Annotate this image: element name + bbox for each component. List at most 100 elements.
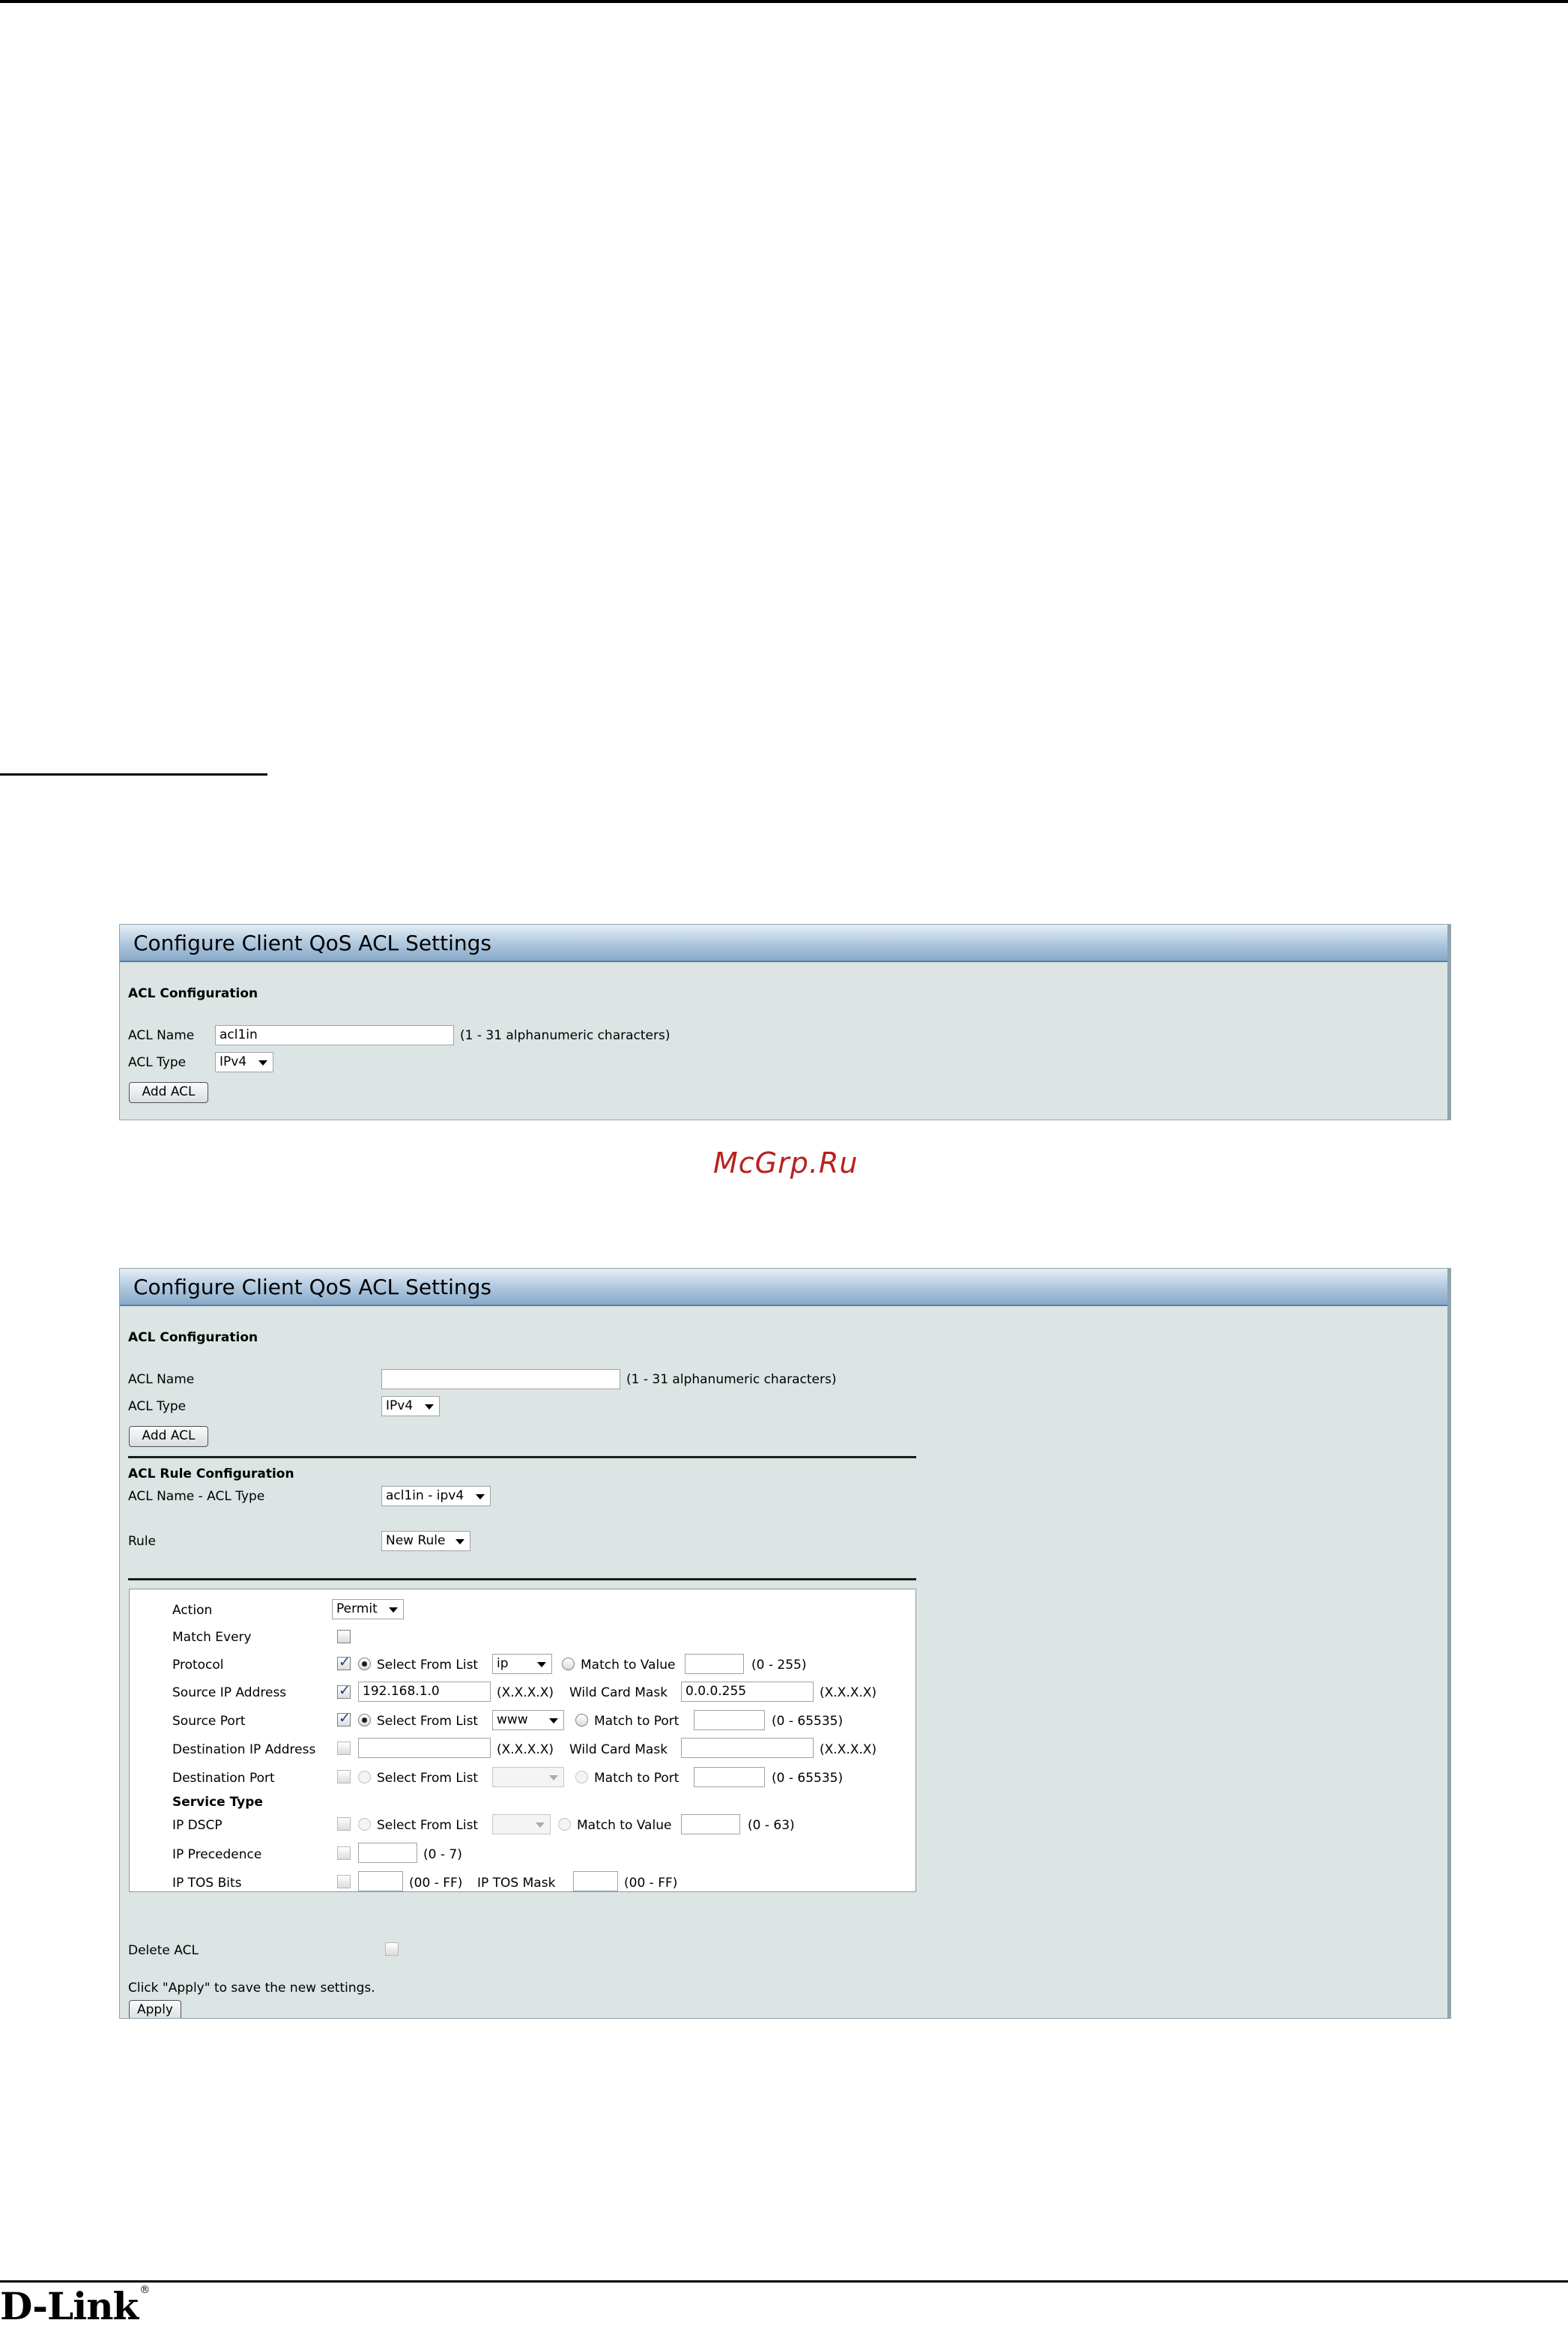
apply-note: Click "Apply" to save the new settings. — [128, 1981, 375, 1996]
ip-dscp-match-to-value-radio[interactable] — [558, 1818, 571, 1831]
divider — [128, 1578, 916, 1580]
ip-tos-bits-input[interactable] — [358, 1871, 403, 1891]
tos-bits-range: (00 - FF) — [409, 1876, 463, 1891]
dest-ip-checkbox[interactable] — [337, 1742, 351, 1755]
delete-acl-label: Delete ACL — [128, 1943, 199, 1958]
top-rule — [0, 0, 1568, 3]
select-from-list-label: Select From List — [377, 1818, 479, 1833]
ip-precedence-checkbox[interactable] — [337, 1846, 351, 1860]
protocol-checkbox[interactable] — [337, 1654, 351, 1670]
add-acl-button[interactable]: Add ACL — [129, 1082, 208, 1103]
select-from-list-label: Select From List — [377, 1658, 479, 1673]
protocol-match-to-value-radio[interactable] — [562, 1658, 575, 1670]
source-ip-format: (X.X.X.X) — [497, 1685, 554, 1700]
source-port-label: Source Port — [172, 1714, 246, 1729]
chevron-down-icon — [549, 1775, 558, 1780]
source-port-select-from-list-radio[interactable] — [358, 1714, 371, 1727]
dest-mask-input[interactable] — [681, 1738, 814, 1758]
dest-ip-input[interactable] — [358, 1738, 491, 1758]
section-heading: ACL Configuration — [128, 986, 258, 1001]
source-ip-checkbox[interactable] — [337, 1682, 351, 1699]
ip-dscp-checkbox[interactable] — [337, 1817, 351, 1831]
source-port-match-to-port-radio[interactable] — [575, 1714, 588, 1727]
action-select[interactable]: Permit — [332, 1599, 404, 1619]
ip-precedence-input[interactable] — [358, 1843, 417, 1863]
protocol-list-select[interactable]: ip — [492, 1654, 552, 1674]
watermark: McGrp.Ru — [713, 1147, 859, 1179]
section-heading: ACL Configuration — [128, 1330, 258, 1345]
ip-tos-mask-input[interactable] — [573, 1871, 618, 1891]
source-port-checkbox[interactable] — [337, 1710, 351, 1727]
chevron-down-icon — [389, 1607, 398, 1613]
add-acl-button[interactable]: Add ACL — [129, 1426, 208, 1447]
acl-name-hint: (1 - 31 alphanumeric characters) — [626, 1372, 837, 1387]
source-ip-input[interactable]: 192.168.1.0 — [358, 1682, 491, 1702]
chevron-down-icon — [476, 1494, 485, 1499]
dscp-range: (0 - 63) — [748, 1818, 795, 1833]
d-link-logo: D-Link ® — [0, 2284, 150, 2328]
acl-type-select[interactable]: IPv4 — [215, 1052, 273, 1072]
match-to-value-label: Match to Value — [577, 1818, 672, 1833]
ip-dscp-list-select[interactable] — [492, 1814, 551, 1834]
acl-settings-panel-1: Configure Client QoS ACL Settings ACL Co… — [119, 924, 1451, 1120]
match-to-port-label: Match to Port — [594, 1771, 679, 1786]
ip-tos-mask-label: IP TOS Mask — [477, 1876, 556, 1891]
ip-precedence-label: IP Precedence — [172, 1847, 262, 1862]
rule-select[interactable]: New Rule — [381, 1531, 470, 1551]
source-mask-format: (X.X.X.X) — [820, 1685, 877, 1700]
footer-rule — [0, 2280, 1568, 2283]
ip-dscp-select-from-list-radio[interactable] — [358, 1818, 371, 1831]
acl-name-input[interactable]: acl1in — [215, 1025, 454, 1045]
tos-mask-range: (00 - FF) — [624, 1876, 678, 1891]
acl-type-label: ACL Type — [128, 1055, 187, 1070]
acl-name-hint: (1 - 31 alphanumeric characters) — [460, 1028, 671, 1043]
protocol-label: Protocol — [172, 1658, 224, 1673]
acl-settings-panel-2: Configure Client QoS ACL Settings ACL Co… — [119, 1268, 1451, 2019]
source-port-input[interactable] — [694, 1710, 765, 1730]
dest-port-input[interactable] — [694, 1767, 765, 1787]
dest-port-checkbox[interactable] — [337, 1770, 351, 1783]
select-from-list-label: Select From List — [377, 1714, 479, 1729]
acl-name-label: ACL Name — [128, 1028, 195, 1043]
chevron-down-icon — [455, 1539, 464, 1544]
protocol-select-from-list-radio[interactable] — [358, 1658, 371, 1670]
rule-section-heading: ACL Rule Configuration — [128, 1466, 294, 1481]
acl-type-label: ACL Type — [128, 1399, 187, 1414]
match-every-label: Match Every — [172, 1630, 252, 1645]
source-port-list-select[interactable]: www — [492, 1710, 564, 1730]
dest-mask-format: (X.X.X.X) — [820, 1742, 877, 1757]
dest-port-match-to-port-radio[interactable] — [575, 1771, 588, 1783]
chevron-down-icon — [536, 1822, 545, 1828]
match-every-checkbox[interactable] — [337, 1630, 351, 1643]
ip-dscp-label: IP DSCP — [172, 1818, 223, 1833]
ip-tos-bits-checkbox[interactable] — [337, 1875, 351, 1888]
dest-port-label: Destination Port — [172, 1771, 275, 1786]
acl-name-type-select[interactable]: acl1in - ipv4 — [381, 1486, 491, 1506]
match-to-port-label: Match to Port — [594, 1714, 679, 1729]
action-label: Action — [172, 1603, 213, 1618]
source-wild-card-mask-label: Wild Card Mask — [569, 1685, 668, 1700]
rule-config-box: Action Permit Match Every Protocol Selec… — [129, 1589, 916, 1892]
delete-acl-checkbox[interactable] — [385, 1942, 399, 1956]
dest-ip-label: Destination IP Address — [172, 1742, 316, 1757]
apply-button[interactable]: Apply — [129, 2000, 181, 2018]
dest-port-list-select[interactable] — [492, 1767, 564, 1787]
source-ip-label: Source IP Address — [172, 1685, 287, 1700]
source-mask-input[interactable]: 0.0.0.255 — [681, 1682, 814, 1702]
acl-name-input[interactable] — [381, 1369, 620, 1389]
match-to-value-label: Match to Value — [581, 1658, 676, 1673]
ip-tos-bits-label: IP TOS Bits — [172, 1876, 242, 1891]
protocol-value-input[interactable] — [685, 1654, 744, 1674]
dest-port-select-from-list-radio[interactable] — [358, 1771, 371, 1783]
panel-title: Configure Client QoS ACL Settings — [120, 925, 1450, 962]
acl-type-select[interactable]: IPv4 — [381, 1396, 440, 1416]
panel-title: Configure Client QoS ACL Settings — [120, 1269, 1450, 1306]
chevron-down-icon — [549, 1718, 558, 1724]
service-type-heading: Service Type — [172, 1795, 263, 1810]
chevron-down-icon — [537, 1662, 546, 1667]
rule-label: Rule — [128, 1534, 157, 1549]
ip-dscp-value-input[interactable] — [681, 1814, 740, 1834]
chevron-down-icon — [425, 1404, 434, 1410]
dest-ip-format: (X.X.X.X) — [497, 1742, 554, 1757]
dest-wild-card-mask-label: Wild Card Mask — [569, 1742, 668, 1757]
